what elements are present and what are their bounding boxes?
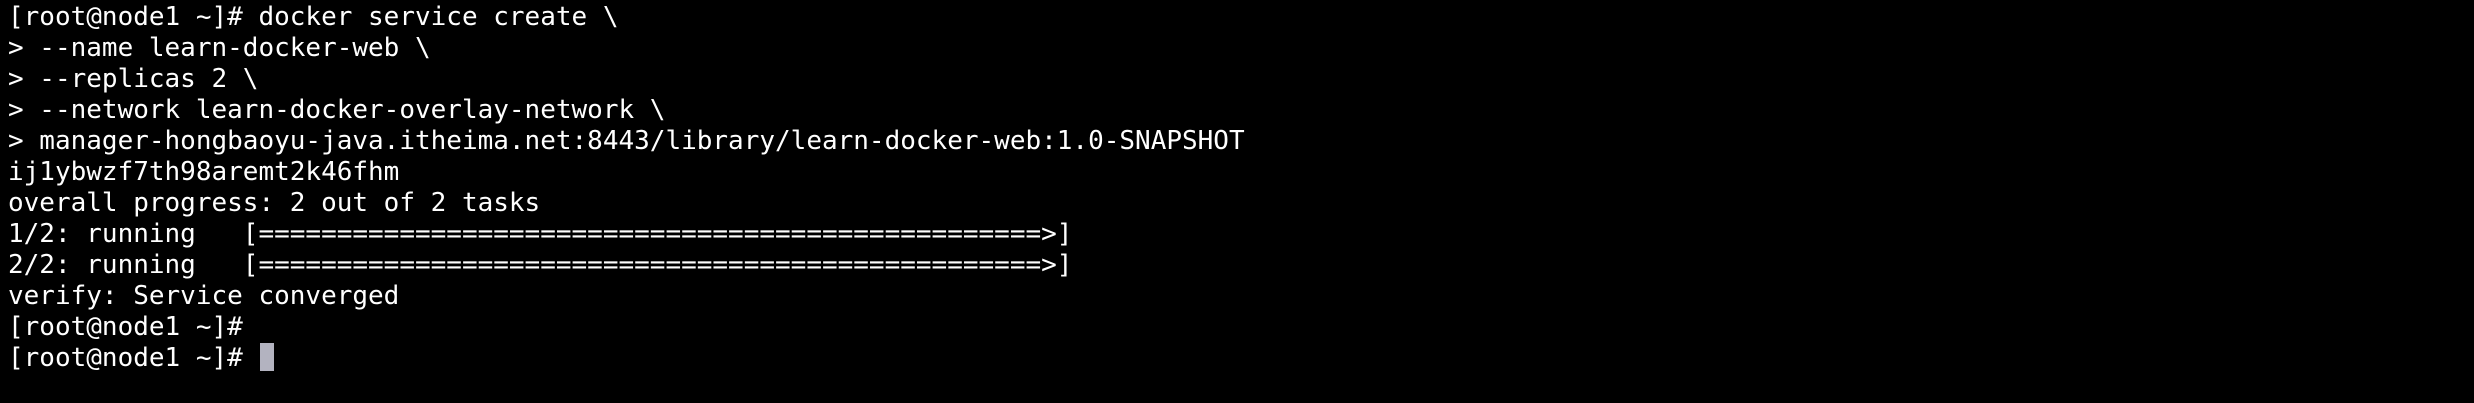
command-continuation-replicas: > --replicas 2 \ [8, 64, 259, 94]
active-prompt-text: [root@node1 ~]# [8, 343, 259, 373]
active-shell-prompt[interactable]: [root@node1 ~]# [8, 343, 2474, 374]
command-continuation-name: > --name learn-docker-web \ [8, 33, 431, 63]
output-service-id: ij1ybwzf7th98aremt2k46fhm [8, 157, 400, 187]
output-verify-status: verify: Service converged [8, 281, 400, 311]
command-line-docker-service-create: [root@node1 ~]# docker service create \ [8, 2, 619, 32]
terminal-cursor [260, 343, 275, 371]
output-task-1-progress: 1/2: running [==========================… [8, 219, 1073, 249]
shell-prompt: [root@node1 ~]# [8, 312, 243, 342]
output-overall-progress: overall progress: 2 out of 2 tasks [8, 188, 541, 218]
command-continuation-network: > --network learn-docker-overlay-network… [8, 95, 666, 125]
command-continuation-image: > manager-hongbaoyu-java.itheima.net:844… [8, 126, 1245, 156]
output-task-2-progress: 2/2: running [==========================… [8, 250, 1073, 280]
terminal-window[interactable]: [root@node1 ~]# docker service create \ … [0, 0, 2474, 403]
